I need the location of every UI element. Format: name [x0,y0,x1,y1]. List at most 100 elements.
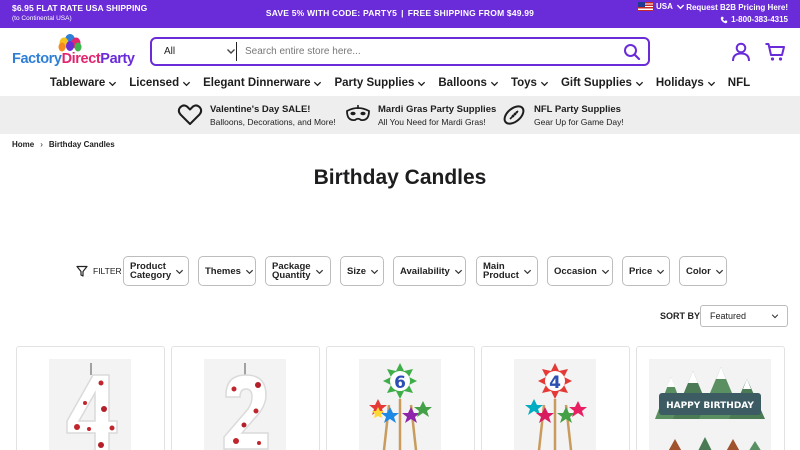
country-label: USA [656,2,673,11]
promo-title: NFL Party Supplies [534,103,621,115]
nav-item-label: Elegant Dinnerware [203,77,311,89]
free-shipping-text: FREE SHIPPING FROM $49.99 [407,8,535,18]
nav-item-party-supplies[interactable]: Party Supplies [328,73,432,93]
chevron-down-icon [109,81,117,86]
filter-label-text: Product Category [130,261,172,281]
logo-wordmark: FactoryDirectParty [12,51,135,67]
nav-item-label: NFL [727,77,751,89]
filter-package-quantity[interactable]: Package Quantity [265,256,331,286]
nav-item-label: Party Supplies [334,77,415,89]
nav-item-nfl[interactable]: NFL [722,73,756,93]
filter-label-text: Price [629,265,653,277]
chevron-down-icon [771,314,779,319]
us-flag-icon [638,2,653,11]
search-category-value: All [164,46,176,57]
search-icon[interactable] [622,42,642,62]
nav-item-label: Balloons [438,77,487,89]
nav-item-toys[interactable]: Toys [505,73,555,93]
product-card[interactable] [16,346,165,450]
candle-number-4: 4 [549,373,561,393]
nav-item-label: Toys [510,77,537,89]
nav-item-label: Tableware [49,77,106,89]
filter-size[interactable]: Size [340,256,384,286]
candle-number-6: 6 [394,373,406,393]
number-6-star-candles-image: 6 [359,359,441,450]
page-title: Birthday Candles [313,166,487,189]
breadcrumb-separator: › [40,140,43,149]
filter-product-category[interactable]: Product Category [123,256,189,286]
product-image[interactable]: HAPPY BIRTHDAY [649,359,771,450]
top-promo-bar: $6.95 FLAT RATE USA SHIPPING (to Contine… [0,0,800,28]
nav-item-tableware[interactable]: Tableware [44,73,123,93]
phone-link[interactable]: 1-800-383-4315 [686,14,788,26]
promo-title: Valentine's Day SALE! [210,103,311,115]
promo-mardi-gras[interactable]: Mardi Gras Party Supplies All You Need fo… [345,102,496,128]
promo-valentines[interactable]: Valentine's Day SALE! Balloons, Decoratio… [177,102,336,128]
filter-label-text: Occasion [554,265,597,277]
account-icon[interactable] [730,41,752,63]
chevron-down-icon [601,269,609,274]
product-card[interactable]: 4 [481,346,630,450]
nav-item-balloons[interactable]: Balloons [432,73,505,93]
number-4-candle-image [49,359,131,450]
filter-color[interactable]: Color [679,256,727,286]
filter-label: FILTER [93,266,122,276]
search-category-select[interactable]: All [152,39,236,64]
filter-occasion[interactable]: Occasion [547,256,613,286]
cart-icon[interactable] [764,41,786,63]
filter-themes[interactable]: Themes [198,256,256,286]
search-bar: All [150,37,650,66]
product-card[interactable]: 6 [326,346,475,450]
product-image[interactable] [204,359,286,450]
promo-strip: Valentine's Day SALE! Balloons, Decoratio… [0,96,800,134]
coupon-promo-text: SAVE 5% WITH CODE: PARTY5 [265,8,398,18]
heart-icon [177,104,203,125]
phone-number: 1-800-383-4315 [731,15,788,24]
chevron-down-icon [523,269,531,274]
football-icon [503,105,525,125]
filter-label-text: Size [347,265,367,277]
nav-item-holidays[interactable]: Holidays [650,73,722,93]
nav-item-elegant-dinnerware[interactable]: Elegant Dinnerware [197,73,328,93]
filter-availability[interactable]: Availability [393,256,466,286]
chevron-down-icon [314,81,322,86]
nav-item-gift-supplies[interactable]: Gift Supplies [555,73,650,93]
nav-item-label: Licensed [129,77,180,89]
b2b-pricing-link[interactable]: Request B2B Pricing Here! [686,2,788,14]
logo-word-factory: Factory [12,51,62,67]
chevron-down-icon [676,4,685,10]
promo-subtitle: All You Need for Mardi Gras! [378,116,486,127]
chevron-down-icon [635,81,643,86]
chevron-down-icon [176,269,184,274]
country-selector[interactable]: USA [638,2,685,11]
happy-birthday-banner: HAPPY BIRTHDAY [666,401,754,411]
product-card[interactable]: HAPPY BIRTHDAY [636,346,785,450]
nav-item-label: Holidays [655,77,704,89]
chevron-down-icon [715,269,723,274]
filter-toggle[interactable]: FILTER [76,265,122,277]
search-input[interactable] [245,42,605,61]
filter-main-product[interactable]: Main Product [476,256,538,286]
chevron-down-icon [370,269,379,274]
product-image[interactable] [49,359,131,450]
filter-price[interactable]: Price [622,256,670,286]
promo-separator: | [401,8,404,18]
breadcrumb-home[interactable]: Home [12,140,34,149]
chevron-down-icon [418,81,426,86]
product-image[interactable]: 6 [359,359,441,450]
number-4-star-candles-image: 4 [514,359,596,450]
phone-icon [720,16,728,24]
site-logo[interactable]: FactoryDirectParty [12,33,135,69]
filter-label-text: Color [686,265,711,277]
product-image[interactable]: 4 [514,359,596,450]
sort-select[interactable]: Featured [700,305,788,327]
product-card[interactable] [171,346,320,450]
chevron-down-icon [245,269,253,274]
chevron-down-icon [490,81,499,86]
chevron-down-icon [227,49,235,54]
sort-label: SORT BY [660,311,701,321]
filter-label-text: Availability [400,265,450,277]
promo-nfl[interactable]: NFL Party Supplies Gear Up for Game Day! [501,102,624,128]
promo-title: Mardi Gras Party Supplies [378,103,497,115]
nav-item-licensed[interactable]: Licensed [123,73,197,93]
